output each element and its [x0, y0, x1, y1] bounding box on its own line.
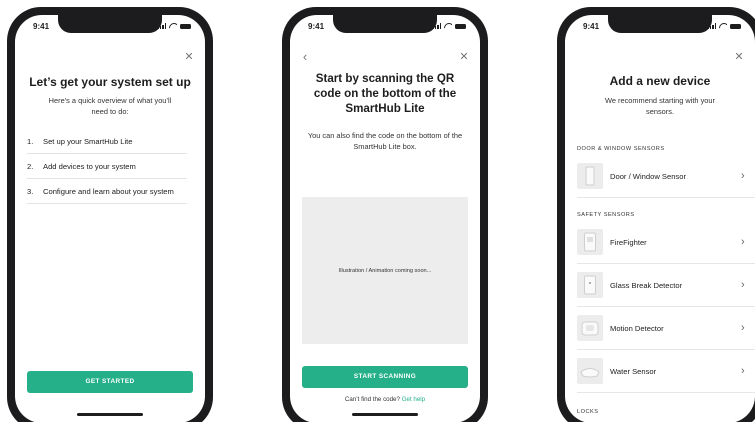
- status-time: 9:41: [33, 22, 50, 31]
- step-item: 1. Set up your SmartHub Lite: [27, 129, 187, 154]
- chevron-right-icon: ›: [741, 322, 745, 334]
- phone-frame-scan-qr: 9:41 ‹ ✕ Start by scanning the QR code o…: [282, 7, 488, 422]
- start-scanning-button[interactable]: START SCANNING: [302, 366, 468, 388]
- help-line: Can’t find the code? Get help: [290, 396, 480, 403]
- device-row-motion-detector[interactable]: Motion Detector ›: [577, 307, 755, 350]
- status-icons: [432, 23, 466, 29]
- device-name: Glass Break Detector: [610, 280, 683, 290]
- phone-frame-setup-overview: 9:41 ✕ Let’s get your system set up Here…: [7, 7, 213, 422]
- signal-icon: [157, 23, 166, 29]
- chevron-right-icon: ›: [741, 365, 745, 377]
- device-row-water-sensor[interactable]: Water Sensor ›: [577, 350, 755, 393]
- add-device-screen: 9:41 ✕ Add a new device We recommend sta…: [565, 15, 755, 422]
- illustration-placeholder-text: Illustration / Animation coming soon...: [338, 267, 432, 274]
- setup-overview-screen: 9:41 ✕ Let’s get your system set up Here…: [15, 15, 205, 422]
- status-time: 9:41: [308, 22, 325, 31]
- scan-qr-screen: 9:41 ‹ ✕ Start by scanning the QR code o…: [290, 15, 480, 422]
- battery-icon: [455, 23, 466, 29]
- close-icon[interactable]: ✕: [183, 51, 195, 63]
- section-header-door-window: DOOR & WINDOW SENSORS: [577, 146, 665, 152]
- device-row-firefighter[interactable]: FireFighter ›: [577, 221, 755, 264]
- close-icon[interactable]: ✕: [458, 51, 470, 63]
- step-label: Set up your SmartHub Lite: [43, 137, 133, 146]
- home-indicator: [77, 413, 143, 416]
- glass-break-detector-image: [577, 272, 603, 298]
- battery-icon: [180, 23, 191, 29]
- signal-icon: [432, 23, 441, 29]
- page-subtitle: Here’s a quick overview of what you’ll n…: [48, 96, 172, 116]
- step-label: Add devices to your system: [43, 162, 136, 171]
- chevron-left-icon[interactable]: ‹: [299, 50, 311, 63]
- device-name: FireFighter: [610, 237, 647, 247]
- help-text: Can’t find the code?: [344, 396, 400, 403]
- wifi-icon: [719, 23, 727, 29]
- phone-frame-add-device: 9:41 ✕ Add a new device We recommend sta…: [557, 7, 755, 422]
- page-title: Start by scanning the QR code on the bot…: [313, 72, 457, 115]
- step-number: 1.: [27, 137, 34, 146]
- device-name: Motion Detector: [610, 323, 664, 333]
- status-icons: [707, 23, 741, 29]
- page-subtitle: You can also find the code on the bottom…: [307, 131, 463, 151]
- notch: [608, 15, 712, 33]
- wifi-icon: [444, 23, 452, 29]
- motion-detector-image: [577, 315, 603, 341]
- step-list: 1. Set up your SmartHub Lite 2. Add devi…: [27, 129, 187, 204]
- wifi-icon: [169, 23, 177, 29]
- device-row-glass-break-detector[interactable]: Glass Break Detector ›: [577, 264, 755, 307]
- notch: [58, 15, 162, 33]
- step-label: Configure and learn about your system: [43, 187, 174, 196]
- get-started-button[interactable]: GET STARTED: [27, 371, 193, 393]
- notch: [333, 15, 437, 33]
- chevron-right-icon: ›: [741, 170, 745, 182]
- battery-icon: [730, 23, 741, 29]
- illustration-placeholder: Illustration / Animation coming soon...: [302, 197, 468, 344]
- status-icons: [157, 23, 191, 29]
- page-subtitle: We recommend starting with your sensors.: [605, 96, 715, 116]
- door-window-sensor-image: [577, 163, 603, 189]
- device-name: Water Sensor: [610, 366, 657, 376]
- step-number: 3.: [27, 187, 34, 196]
- chevron-right-icon: ›: [741, 236, 745, 248]
- water-sensor-image: [577, 358, 603, 384]
- signal-icon: [707, 23, 716, 29]
- firefighter-image: [577, 229, 603, 255]
- step-item: 2. Add devices to your system: [27, 154, 187, 179]
- status-time: 9:41: [583, 22, 600, 31]
- section-header-locks: LOCKS: [577, 409, 599, 415]
- close-icon[interactable]: ✕: [733, 51, 745, 63]
- get-help-link[interactable]: Get help: [402, 396, 425, 403]
- device-name: Door / Window Sensor: [610, 171, 686, 181]
- device-row-door-window-sensor[interactable]: Door / Window Sensor ›: [577, 155, 755, 198]
- step-item: 3. Configure and learn about your system: [27, 179, 187, 204]
- home-indicator: [352, 413, 418, 416]
- section-header-safety: SAFETY SENSORS: [577, 212, 635, 218]
- page-title: Add a new device: [609, 74, 711, 88]
- step-number: 2.: [27, 162, 34, 171]
- page-title: Let’s get your system set up: [29, 75, 191, 89]
- chevron-right-icon: ›: [741, 279, 745, 291]
